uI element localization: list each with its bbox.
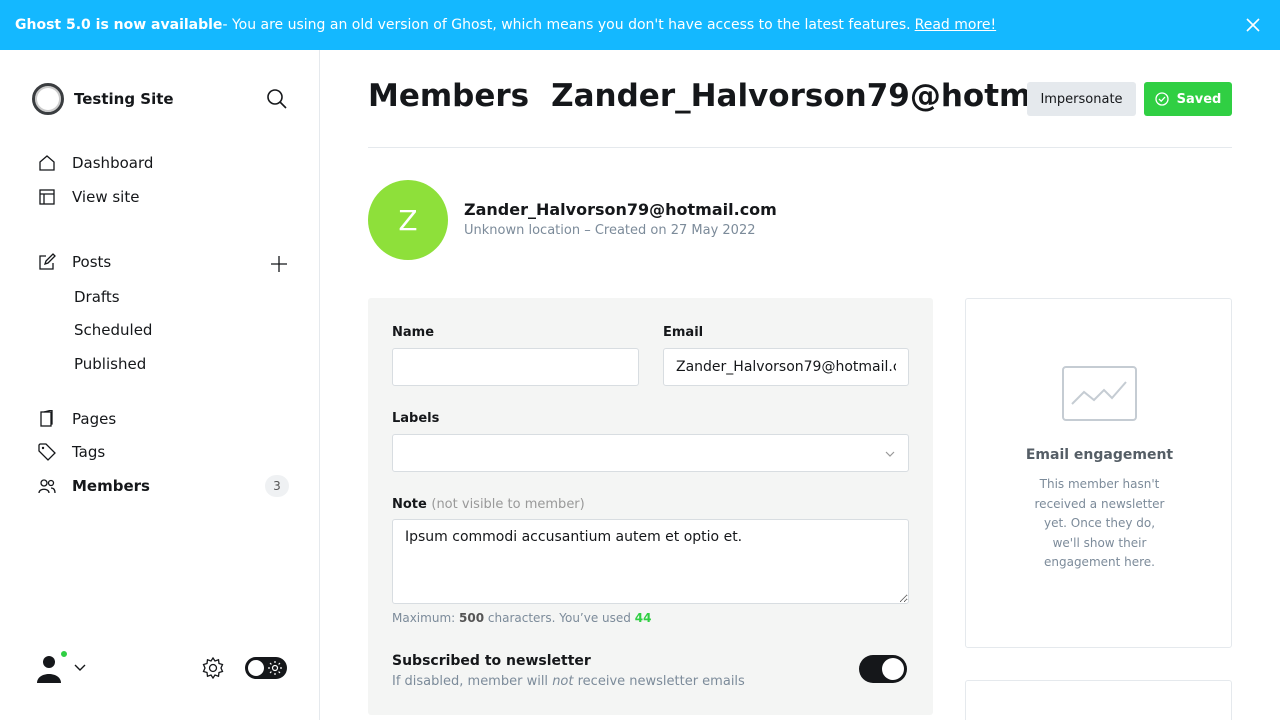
email-label: Email [663,325,704,340]
sidebar-item-pages[interactable]: Pages [38,410,116,428]
newsletter-toggle[interactable] [859,655,907,683]
banner-title: Ghost 5.0 is now available [15,17,223,33]
theme-toggle[interactable] [245,657,287,679]
sidebar-item-label: Posts [72,253,112,271]
member-meta: Unknown location – Created on 27 May 202… [464,223,756,238]
email-input[interactable] [663,348,909,386]
note-label: Note (not visible to member) [392,497,585,512]
theme-toggle-knob [248,660,264,676]
name-label: Name [392,325,435,340]
user-menu[interactable] [33,649,87,683]
sidebar-item-label: Members [72,477,150,495]
engagement-title: Email engagement [1025,447,1174,463]
banner-read-more-link[interactable]: Read more! [915,17,997,33]
close-icon[interactable] [1244,16,1262,34]
search-icon[interactable] [266,88,288,110]
impersonate-button[interactable]: Impersonate [1027,82,1136,116]
breadcrumb: Members Zander_Halvorson79@hotmail.com [368,78,1028,114]
secondary-card [965,680,1232,720]
online-status-dot [59,649,69,659]
sidebar-item-dashboard[interactable]: Dashboard [38,154,153,172]
note-hint: (not visible to member) [431,497,585,512]
toggle-knob [882,658,904,680]
note-counter: Maximum: 500 characters. You’ve used 44 [392,611,651,625]
sidebar: Testing Site Dashboard View site Posts D… [0,50,320,720]
counter-prefix: Maximum: [392,611,456,625]
home-icon [39,155,55,171]
sidebar-item-members[interactable]: Members [38,477,150,495]
page-icon [40,410,53,427]
main-content: Members Zander_Halvorson79@hotmail.com I… [320,50,1280,720]
counter-used: 44 [634,611,652,625]
member-name: Zander_Halvorson79@hotmail.com [464,200,777,219]
chevron-down-icon [74,664,86,671]
newsletter-title: Subscribed to newsletter [392,653,591,669]
sidebar-item-scheduled[interactable]: Scheduled [74,321,152,339]
sidebar-item-tags[interactable]: Tags [38,443,105,461]
newsletter-desc: If disabled, member will not receive new… [392,674,745,689]
update-banner: Ghost 5.0 is now available - You are usi… [0,0,1280,50]
sun-icon [268,661,282,675]
site-name: Testing Site [74,90,174,108]
note-textarea[interactable]: Ipsum commodi accusantium autem et optio… [392,519,909,604]
newsletter-desc-em: not [552,674,574,689]
tag-icon [38,443,56,461]
layout-icon [39,189,55,205]
saved-button[interactable]: Saved [1144,82,1232,116]
sidebar-item-view-site[interactable]: View site [38,188,139,206]
labels-select[interactable] [392,434,909,472]
edit-icon [39,253,56,270]
labels-label: Labels [392,411,440,426]
member-form: Name Email Labels Note (not visible to m… [368,298,933,715]
page-title: Zander_Halvorson79@hotmail.com [551,78,1028,114]
member-avatar: Z [368,180,448,260]
members-icon [38,479,56,494]
newsletter-desc-b: receive newsletter emails [577,674,745,689]
sidebar-item-label: Dashboard [72,154,154,172]
add-post-icon[interactable] [269,254,289,274]
sidebar-item-drafts[interactable]: Drafts [74,288,120,306]
avatar [33,649,69,683]
site-switcher[interactable]: Testing Site [32,83,174,115]
gear-icon[interactable] [202,657,224,679]
chart-icon [1062,366,1137,421]
email-engagement-card: Email engagement This member hasn't rece… [965,298,1232,648]
saved-label: Saved [1176,91,1222,107]
counter-mid: characters. You’ve used [487,611,631,625]
engagement-text: This member hasn't received a newsletter… [1034,477,1165,569]
sidebar-item-published[interactable]: Published [74,355,146,373]
sidebar-item-posts[interactable]: Posts [38,253,111,271]
site-logo [32,83,64,115]
sidebar-item-label: Tags [72,443,106,461]
newsletter-desc-a: If disabled, member will [392,674,549,689]
chevron-down-icon [885,451,895,457]
check-circle-icon [1154,92,1169,106]
sidebar-item-label: View site [72,188,140,206]
name-input[interactable] [392,348,639,386]
note-label-text: Note [392,497,427,512]
breadcrumb-members[interactable]: Members [368,78,529,114]
divider [368,147,1232,148]
counter-max: 500 [459,611,485,625]
members-count-badge: 3 [265,475,289,497]
banner-text: - You are using an old version of Ghost,… [222,17,911,33]
sidebar-item-label: Pages [72,410,117,428]
